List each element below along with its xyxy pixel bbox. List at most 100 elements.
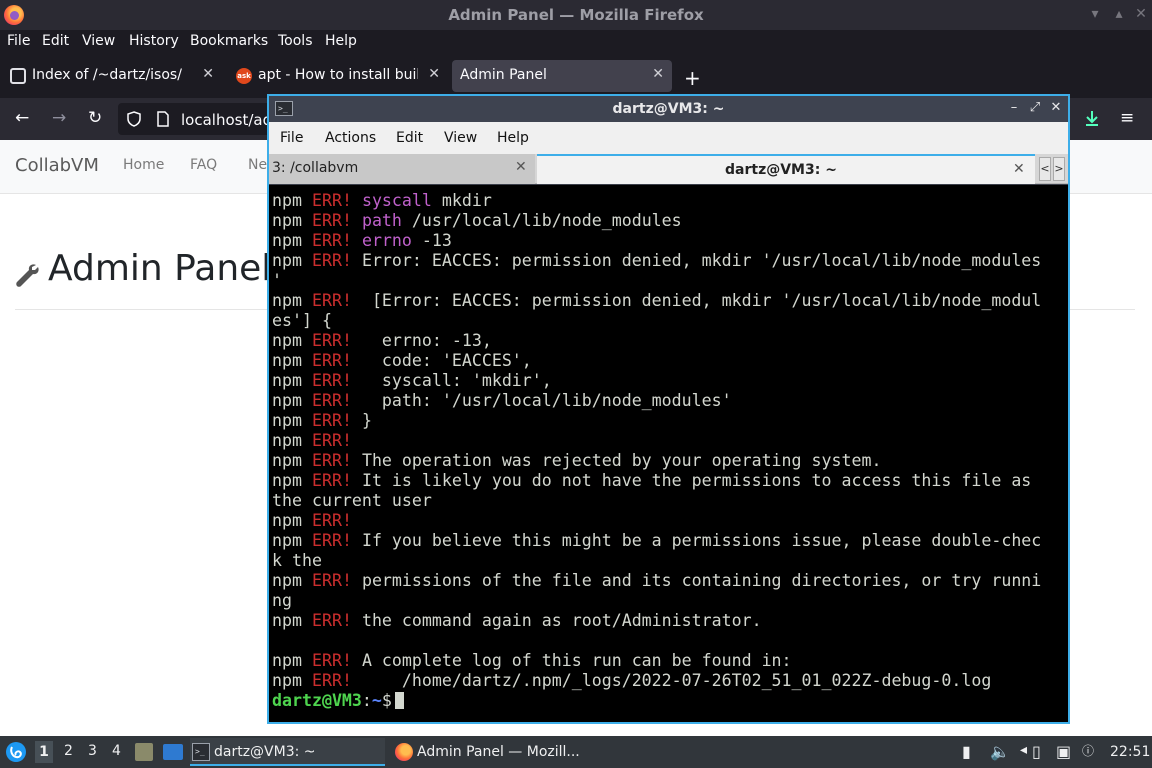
tab-askubuntu[interactable]: ask apt - How to install build- ✕ [226, 60, 448, 92]
terminal-output[interactable]: npm ERR! syscall mkdir npm ERR! path /usr… [269, 185, 1068, 722]
site-brand[interactable]: CollabVM [15, 155, 99, 176]
clipboard-icon[interactable]: ▮ [962, 742, 971, 761]
file-manager-icon[interactable] [135, 743, 153, 761]
term-menu-edit[interactable]: Edit [396, 130, 423, 146]
err-key: errno [361, 231, 412, 250]
menu-bookmarks[interactable]: Bookmarks [190, 33, 268, 49]
tab-label: apt - How to install build- [258, 67, 418, 83]
tabs-scroll-left-icon[interactable]: < [1039, 157, 1051, 181]
text-cursor [394, 692, 404, 709]
tab-index-isos[interactable]: Index of /~dartz/isos/ ✕ [0, 60, 222, 92]
menu-file[interactable]: File [7, 33, 30, 49]
err-message: /usr/local/lib/node_modules [401, 211, 682, 230]
err-tag: ERR! [311, 191, 352, 210]
close-tab-icon[interactable]: ✕ [515, 159, 527, 175]
close-tab-icon[interactable]: ✕ [652, 66, 664, 82]
close-tab-icon[interactable]: ✕ [1013, 161, 1025, 177]
workspace-4[interactable]: 4 [112, 743, 121, 759]
network-icon[interactable]: ▣ [1056, 742, 1071, 761]
task-firefox[interactable]: Admin Panel — Mozill... [393, 738, 593, 766]
npm-prefix: npm [272, 391, 302, 410]
close-tab-icon[interactable]: ✕ [428, 66, 440, 82]
terminal-title: dartz@VM3: ~ [612, 101, 725, 117]
term-menu-file[interactable]: File [280, 130, 303, 146]
terminal-titlebar[interactable]: >_ dartz@VM3: ~ – ⤢ ✕ [269, 96, 1068, 122]
err-message: } [361, 411, 372, 430]
workspace-2[interactable]: 2 [64, 743, 73, 759]
new-tab-icon[interactable]: + [684, 66, 701, 90]
tabs-scroll-right-icon[interactable]: > [1053, 157, 1065, 181]
back-icon[interactable]: ← [15, 108, 29, 128]
terminal-line: npm ERR! [272, 511, 362, 531]
volume-icon[interactable]: 🔈 [990, 742, 1010, 761]
terminal-line: ' [272, 271, 282, 291]
minimize-icon[interactable]: ▾ [1086, 6, 1104, 22]
terminal-line: npm ERR! errno: -13, [272, 331, 492, 351]
clock[interactable]: 22:51 [1110, 744, 1150, 760]
info-icon[interactable]: ⓘ [1082, 742, 1094, 759]
term-menu-actions[interactable]: Actions [325, 130, 376, 146]
nav-faq-link[interactable]: FAQ [190, 157, 217, 173]
close-icon[interactable]: ✕ [1132, 6, 1150, 22]
reload-icon[interactable]: ↻ [88, 108, 102, 128]
maximize-icon[interactable]: ▴ [1110, 6, 1128, 22]
workspace-3[interactable]: 3 [88, 743, 97, 759]
terminal-line: npm ERR! syscall mkdir [272, 191, 492, 211]
err-message: It is likely you do not have the permiss… [361, 471, 1032, 490]
npm-prefix: npm [272, 411, 302, 430]
task-terminal[interactable]: >_ dartz@VM3: ~ [190, 738, 385, 766]
nav-home-link[interactable]: Home [123, 157, 164, 173]
terminal-text: the current user [272, 491, 432, 510]
prompt-user: dartz@VM3 [272, 691, 362, 710]
tab-admin-panel[interactable]: Admin Panel ✕ [452, 60, 672, 92]
err-message: code: 'EACCES', [361, 351, 532, 370]
err-message: the command again as root/Administrator. [361, 611, 762, 630]
terminal-window[interactable]: >_ dartz@VM3: ~ – ⤢ ✕ File Actions Edit … [267, 94, 1070, 724]
menu-tools[interactable]: Tools [278, 33, 313, 49]
npm-prefix: npm [272, 251, 302, 270]
terminal-app-icon: >_ [192, 743, 210, 761]
err-message: syscall: 'mkdir', [361, 371, 552, 390]
terminal-tab-collabvm[interactable]: 3: /collabvm ✕ [269, 154, 535, 184]
terminal-text: es'] { [272, 311, 332, 330]
menu-history[interactable]: History [129, 33, 179, 49]
firefox-tabbar: Index of /~dartz/isos/ ✕ ask apt - How t… [0, 54, 1152, 98]
terminal-line: the current user [272, 491, 432, 511]
err-tag: ERR! [311, 571, 352, 590]
npm-prefix: npm [272, 511, 302, 530]
prompt-line[interactable]: dartz@VM3:~$ [272, 691, 404, 711]
task-label: Admin Panel — Mozill... [417, 744, 580, 760]
term-menu-help[interactable]: Help [497, 130, 529, 146]
downloads-icon[interactable] [1083, 109, 1101, 127]
hamburger-menu-icon[interactable]: ≡ [1120, 108, 1134, 128]
window-title: Admin Panel — Mozilla Firefox [448, 6, 704, 24]
menu-edit[interactable]: Edit [42, 33, 69, 49]
close-icon[interactable]: ✕ [1048, 100, 1064, 115]
terminal-tab-home[interactable]: dartz@VM3: ~ ✕ [537, 154, 1035, 184]
nav-link-partial[interactable]: Ne [248, 157, 267, 173]
err-message: A complete log of this run can be found … [361, 651, 792, 670]
app-launcher-icon[interactable] [5, 741, 27, 763]
term-menu-view[interactable]: View [444, 130, 477, 146]
tray-arrow-icon[interactable]: ◂ [1020, 742, 1027, 758]
wrench-icon [16, 264, 39, 287]
url-text[interactable]: localhost/ad [181, 111, 272, 129]
terminal-line: npm ERR! syscall: 'mkdir', [272, 371, 552, 391]
err-tag: ERR! [311, 651, 352, 670]
forward-icon[interactable]: → [52, 108, 66, 128]
minimize-icon[interactable]: – [1006, 100, 1022, 115]
menu-view[interactable]: View [82, 33, 115, 49]
battery-icon[interactable]: ▯ [1032, 742, 1041, 761]
err-tag: ERR! [311, 671, 352, 690]
npm-prefix: npm [272, 431, 302, 450]
workspace-1[interactable]: 1 [35, 741, 53, 763]
maximize-icon[interactable]: ⤢ [1027, 100, 1043, 115]
err-tag: ERR! [311, 331, 352, 350]
terminal-line: npm ERR! [Error: EACCES: permission deni… [272, 291, 1041, 311]
npm-prefix: npm [272, 191, 302, 210]
firefox-logo-icon [395, 743, 413, 761]
close-tab-icon[interactable]: ✕ [202, 66, 214, 82]
menu-help[interactable]: Help [325, 33, 357, 49]
err-message: If you believe this might be a permissio… [361, 531, 1042, 550]
show-desktop-icon[interactable] [163, 744, 183, 760]
